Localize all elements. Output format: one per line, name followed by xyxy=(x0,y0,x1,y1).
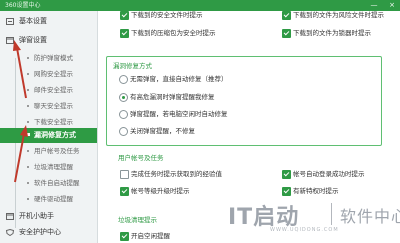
watermark-url: WWW.UQIDONG.COM xyxy=(270,227,339,233)
watermark-cn: 软件中心 xyxy=(340,207,400,226)
watermark-divider xyxy=(331,203,332,225)
arrow-to-vuln-repair xyxy=(14,125,28,183)
arrow-to-popup-settings xyxy=(13,40,27,99)
